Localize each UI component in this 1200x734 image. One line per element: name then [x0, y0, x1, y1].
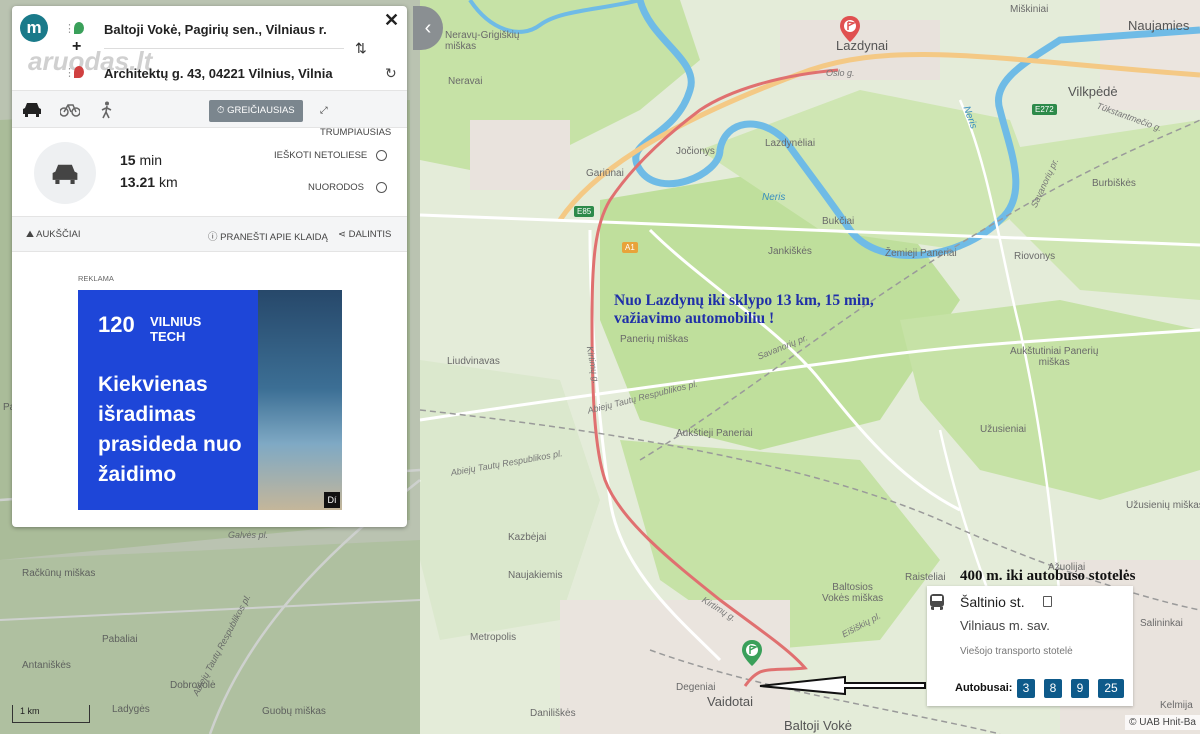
map-label: Gariūnai [586, 168, 624, 179]
map-label: Miškiniai [1010, 4, 1049, 15]
map-label: Bukčiai [822, 216, 855, 227]
stopwatch-icon: ⏱ [217, 105, 225, 116]
swap-icon[interactable]: ⇅ [355, 40, 367, 57]
origin-marker-icon [74, 22, 84, 34]
stop-municipality: Vilniaus m. sav. [960, 618, 1050, 633]
map-label: Aukštutiniai Panerių miškas [1010, 346, 1099, 368]
map-label: Vaidotai [707, 694, 754, 709]
bus-stop-popup[interactable]: Šaltinio st. Vilniaus m. sav. Viešojo tr… [927, 586, 1133, 706]
road-shield: E272 [1032, 104, 1057, 115]
from-input[interactable]: Baltoji Vokė, Pagirių sen., Vilniaus r. [104, 22, 344, 37]
ad-brand: VILNIUS TECH [150, 314, 202, 344]
drag-handle-icon[interactable]: ⋮ [64, 22, 75, 35]
close-icon[interactable]: ✕ [384, 10, 399, 31]
share-icon: ⋖ [338, 229, 346, 240]
road-shield: E85 [574, 206, 595, 217]
bus-line-badge[interactable]: 3 [1017, 679, 1035, 698]
bus-stop-annotation: 400 m. iki autobuso stotelės [960, 568, 1136, 584]
destination-marker-icon [74, 66, 84, 78]
route-actions-bar: ⛰ AUKŠČIAI ⓘ PRANEŠTI APIE KLAIDĄ ⋖ DALI… [12, 216, 407, 252]
ad-label: REKLAMA [78, 274, 114, 283]
map-label: Neris [762, 192, 786, 203]
route-duration: 15 min [120, 152, 163, 168]
advertisement-banner[interactable]: 120 VILNIUS TECH Kiekvienas išradimas pr… [78, 290, 342, 510]
map-label: Jankiškės [768, 246, 812, 257]
map-label: Jočionys [676, 146, 715, 157]
stop-type: Viešojo transporto stotelė [960, 646, 1073, 657]
map-label: Baltoji Vokė [784, 718, 852, 733]
map-label: Kazbėjai [508, 532, 547, 543]
bus-line-badge[interactable]: 9 [1071, 679, 1089, 698]
route-summary: 15 min 13.21 km IEŠKOTI NETOLIESE NUOROD… [12, 128, 407, 216]
search-nearby-icon [376, 150, 387, 161]
divider [104, 48, 344, 49]
route-panel: m aruodas.lt ⋮ Baltoji Vokė, Pagirių sen… [12, 6, 407, 527]
map-label: Neravų-Grigiškių miškas [445, 30, 520, 52]
bus-line-badge[interactable]: 8 [1044, 679, 1062, 698]
report-error-button[interactable]: ⓘ PRANEŠTI APIE KLAIDĄ [208, 229, 328, 243]
map-attribution[interactable]: © UAB Hnit-Ba [1125, 715, 1200, 730]
map-label: Daniliškės [530, 708, 576, 719]
map-label: Lazdynėliai [765, 138, 816, 149]
map-label: Degeniai [676, 682, 716, 693]
bus-icon [930, 594, 944, 610]
stop-name: Šaltinio st. [960, 594, 1025, 610]
map-label: Aukštieji Paneriai [676, 428, 753, 439]
shortest-route-button[interactable]: ⤢ TRUMPIAUSIAS [314, 100, 407, 138]
map-label: Neravai [448, 76, 483, 87]
map-label: Burbiškės [1092, 178, 1136, 189]
map-label: Metropolis [470, 632, 517, 643]
map-label: Riovonys [1014, 251, 1056, 262]
ad-image [258, 290, 342, 510]
car-icon[interactable] [22, 101, 42, 117]
mountain-icon: ⛰ [26, 229, 34, 240]
chevron-left-icon: ‹ [424, 16, 432, 39]
map-label: Baltosios Vokės miškas [822, 582, 884, 604]
ad-brand-mark: 120 [98, 312, 135, 337]
app-logo[interactable]: m [20, 14, 48, 42]
map-label: Raisteliai [905, 572, 946, 583]
ruler-icon: ⤢ [320, 105, 328, 116]
search-nearby-button[interactable]: IEŠKOTI NETOLIESE [274, 150, 387, 161]
info-icon: ⓘ [208, 232, 218, 243]
ad-corner-badge: Dí [324, 492, 340, 508]
origin-pin-icon[interactable] [742, 640, 762, 666]
walk-icon[interactable] [100, 101, 114, 119]
plus-icon[interactable]: + [72, 38, 81, 56]
map-label: Žemieji Paneriai [885, 248, 957, 259]
directions-button[interactable]: NUORODOS [308, 182, 387, 193]
travel-mode-bar: ⏱ GREIČIAUSIAS ⤢ TRUMPIAUSIAS [12, 90, 407, 138]
bike-icon[interactable] [60, 101, 80, 117]
directions-icon [376, 182, 387, 193]
map-label: Užusienių miškas [1126, 500, 1200, 511]
fastest-route-button[interactable]: ⏱ GREIČIAUSIAS [209, 100, 303, 122]
copy-icon[interactable] [1043, 596, 1052, 607]
map-label: Liudvinavas [447, 356, 500, 367]
road-shield: A1 [622, 242, 638, 253]
elevation-button[interactable]: ⛰ AUKŠČIAI [26, 229, 80, 240]
map-label: Naujakiemis [508, 570, 563, 581]
buses-label: Autobusai: [955, 682, 1013, 694]
map-label: Užusieniai [980, 424, 1027, 435]
destination-pin-icon[interactable] [840, 16, 860, 42]
map-label: Oslo g. [826, 68, 855, 78]
ad-headline: Kiekvienas išradimas prasideda nuo žaidi… [98, 373, 242, 486]
route-annotation: Nuo Lazdynų iki sklypo 13 km, 15 min, va… [614, 292, 874, 327]
map-label: Kelmija [1160, 700, 1193, 711]
map-label: Panerių miškas [620, 334, 689, 345]
car-icon [34, 142, 96, 204]
bus-line-badge[interactable]: 25 [1098, 679, 1124, 698]
share-button[interactable]: ⋖ DALINTIS [338, 229, 391, 240]
scale-label: 1 km [20, 706, 40, 716]
map-label: Naujamies [1128, 18, 1190, 33]
loop-icon[interactable]: ↻ [385, 65, 397, 82]
drag-handle-icon[interactable]: ⋮ [64, 66, 75, 79]
map-label: Vilkpėdė [1068, 84, 1118, 99]
map-label: Salininkai [1140, 618, 1183, 629]
route-distance: 13.21 km [120, 174, 178, 190]
to-input[interactable]: Architektų g. 43, 04221 Vilnius, Vilnia [104, 66, 339, 81]
